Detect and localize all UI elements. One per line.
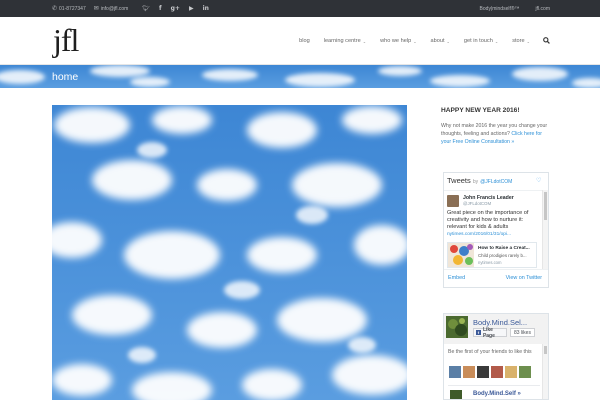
friends-like-text: Be the first of your friends to like thi… xyxy=(448,349,532,355)
facebook-post: Body.Mind.Self » xyxy=(448,385,540,399)
youtube-icon[interactable]: ▶ xyxy=(189,5,194,12)
envelope-icon: ✉ xyxy=(93,5,99,12)
chevron-down-icon: ⌄ xyxy=(413,38,417,44)
clouds-image xyxy=(52,105,407,400)
tweet-link[interactable]: nytimes.com/2016/01/31/opi... xyxy=(447,232,511,237)
twitter-widget: Tweets by @JFLdotCOM ♡ John Francis Lead… xyxy=(443,172,549,288)
twitter-handle[interactable]: @JFLdotCOM xyxy=(480,179,512,185)
likes-count: 83 likes xyxy=(510,328,535,337)
chevron-down-icon: ⌄ xyxy=(446,38,450,44)
twitter-icon[interactable]: 🐦︎ xyxy=(142,5,150,12)
sidebar-text: Why not make 2016 the year you change yo… xyxy=(441,122,551,146)
twitter-scrollbar[interactable] xyxy=(542,190,548,270)
google-plus-icon[interactable]: g+ xyxy=(171,5,180,12)
topbar-link-bodymindself[interactable]: Body|mindself®™ xyxy=(480,6,520,12)
nav-label: store xyxy=(512,38,525,44)
nav-label: about xyxy=(430,38,445,44)
nav-item-learning-centre[interactable]: learning centre ⌄ xyxy=(317,38,373,44)
twitter-heading: Tweets xyxy=(447,176,471,185)
sidebar: HAPPY NEW YEAR 2016! Why not make 2016 t… xyxy=(441,105,551,146)
card-site: nytimes.com xyxy=(478,260,502,265)
facebook-icon[interactable]: f xyxy=(159,5,162,12)
like-page-button[interactable]: f Like Page xyxy=(473,326,507,339)
nav-label: who we help xyxy=(380,38,412,44)
post-author[interactable]: Body.Mind.Self » xyxy=(473,391,521,397)
post-thumbnail[interactable] xyxy=(450,390,462,399)
nav-label: learning centre xyxy=(323,38,361,44)
avatar[interactable] xyxy=(477,366,489,378)
avatar[interactable] xyxy=(491,366,503,378)
site-logo[interactable]: jfl xyxy=(53,22,79,58)
card-thumbnail xyxy=(448,243,474,267)
email-contact[interactable]: ✉ info@jfl.com xyxy=(94,6,129,12)
phone-contact[interactable]: ✆ 01-8727347 xyxy=(52,6,86,12)
email-address: info@jfl.com xyxy=(100,5,129,12)
facebook-scrollbar[interactable] xyxy=(542,344,548,399)
twitter-by: by xyxy=(472,179,479,185)
site-header: jfl blog learning centre ⌄ who we help ⌄… xyxy=(0,17,600,65)
social-links: 🐦︎ f g+ ▶ in xyxy=(142,5,209,12)
page-banner: home xyxy=(0,65,600,88)
tweet-list: John Francis Leader @JFLdotCOM Great pie… xyxy=(444,190,542,270)
nav-item-about[interactable]: about ⌄ xyxy=(424,38,457,44)
facebook-page-thumbnail[interactable] xyxy=(446,316,468,338)
top-bar: ✆ 01-8727347 ✉ info@jfl.com 🐦︎ f g+ ▶ in… xyxy=(0,0,600,17)
topbar-link-jfl[interactable]: jfl.com xyxy=(536,6,550,12)
facebook-icon: f xyxy=(476,330,481,335)
tweet-username[interactable]: @JFLdotCOM xyxy=(463,201,491,206)
twitter-header: Tweets by @JFLdotCOM xyxy=(447,176,512,185)
facebook-fan-faces xyxy=(449,366,531,378)
avatar[interactable] xyxy=(449,366,461,378)
avatar[interactable] xyxy=(463,366,475,378)
chevron-down-icon: ⌄ xyxy=(362,38,367,44)
avatar[interactable] xyxy=(447,195,459,207)
linkedin-icon[interactable]: in xyxy=(203,5,209,12)
nav-label: blog xyxy=(299,38,310,44)
sky-banner-image xyxy=(0,65,600,88)
main-nav: blog learning centre ⌄ who we help ⌄ abo… xyxy=(292,17,550,65)
page-title: home xyxy=(52,71,79,83)
view-on-twitter-link[interactable]: View on Twitter xyxy=(506,275,542,281)
avatar[interactable] xyxy=(505,366,517,378)
like-page-label: Like Page xyxy=(482,326,495,339)
nav-item-get-in-touch[interactable]: get in touch ⌄ xyxy=(457,38,505,44)
hero-sky-image xyxy=(52,105,407,400)
avatar[interactable] xyxy=(519,366,531,378)
tweet-card[interactable]: How to Raise a Creat... Child prodigies … xyxy=(447,242,537,268)
chevron-down-icon: ⌄ xyxy=(526,38,530,44)
twitter-footer: Embed View on Twitter xyxy=(444,269,548,287)
nav-item-store[interactable]: store ⌄ xyxy=(505,38,537,44)
nav-item-blog[interactable]: blog xyxy=(292,38,317,44)
nav-item-who-we-help[interactable]: who we help ⌄ xyxy=(373,38,423,44)
search-icon[interactable] xyxy=(537,36,550,46)
card-description: Child prodigies rarely b... xyxy=(478,253,527,258)
phone-number: 01-8727347 xyxy=(59,5,86,12)
sidebar-title: HAPPY NEW YEAR 2016! xyxy=(441,107,520,114)
facebook-page-header: Body.Mind.Sel... f Like Page 83 likes xyxy=(444,314,548,344)
twitter-icon: ♡ xyxy=(536,178,542,184)
card-title: How to Raise a Creat... xyxy=(478,246,530,251)
chevron-down-icon: ⌄ xyxy=(494,38,499,44)
embed-link[interactable]: Embed xyxy=(448,275,465,281)
nav-label: get in touch xyxy=(463,38,493,44)
tweet-text: Great piece on the importance of creativ… xyxy=(447,210,529,230)
phone-icon: ✆ xyxy=(52,5,58,12)
facebook-widget: Body.Mind.Sel... f Like Page 83 likes Be… xyxy=(443,313,549,400)
